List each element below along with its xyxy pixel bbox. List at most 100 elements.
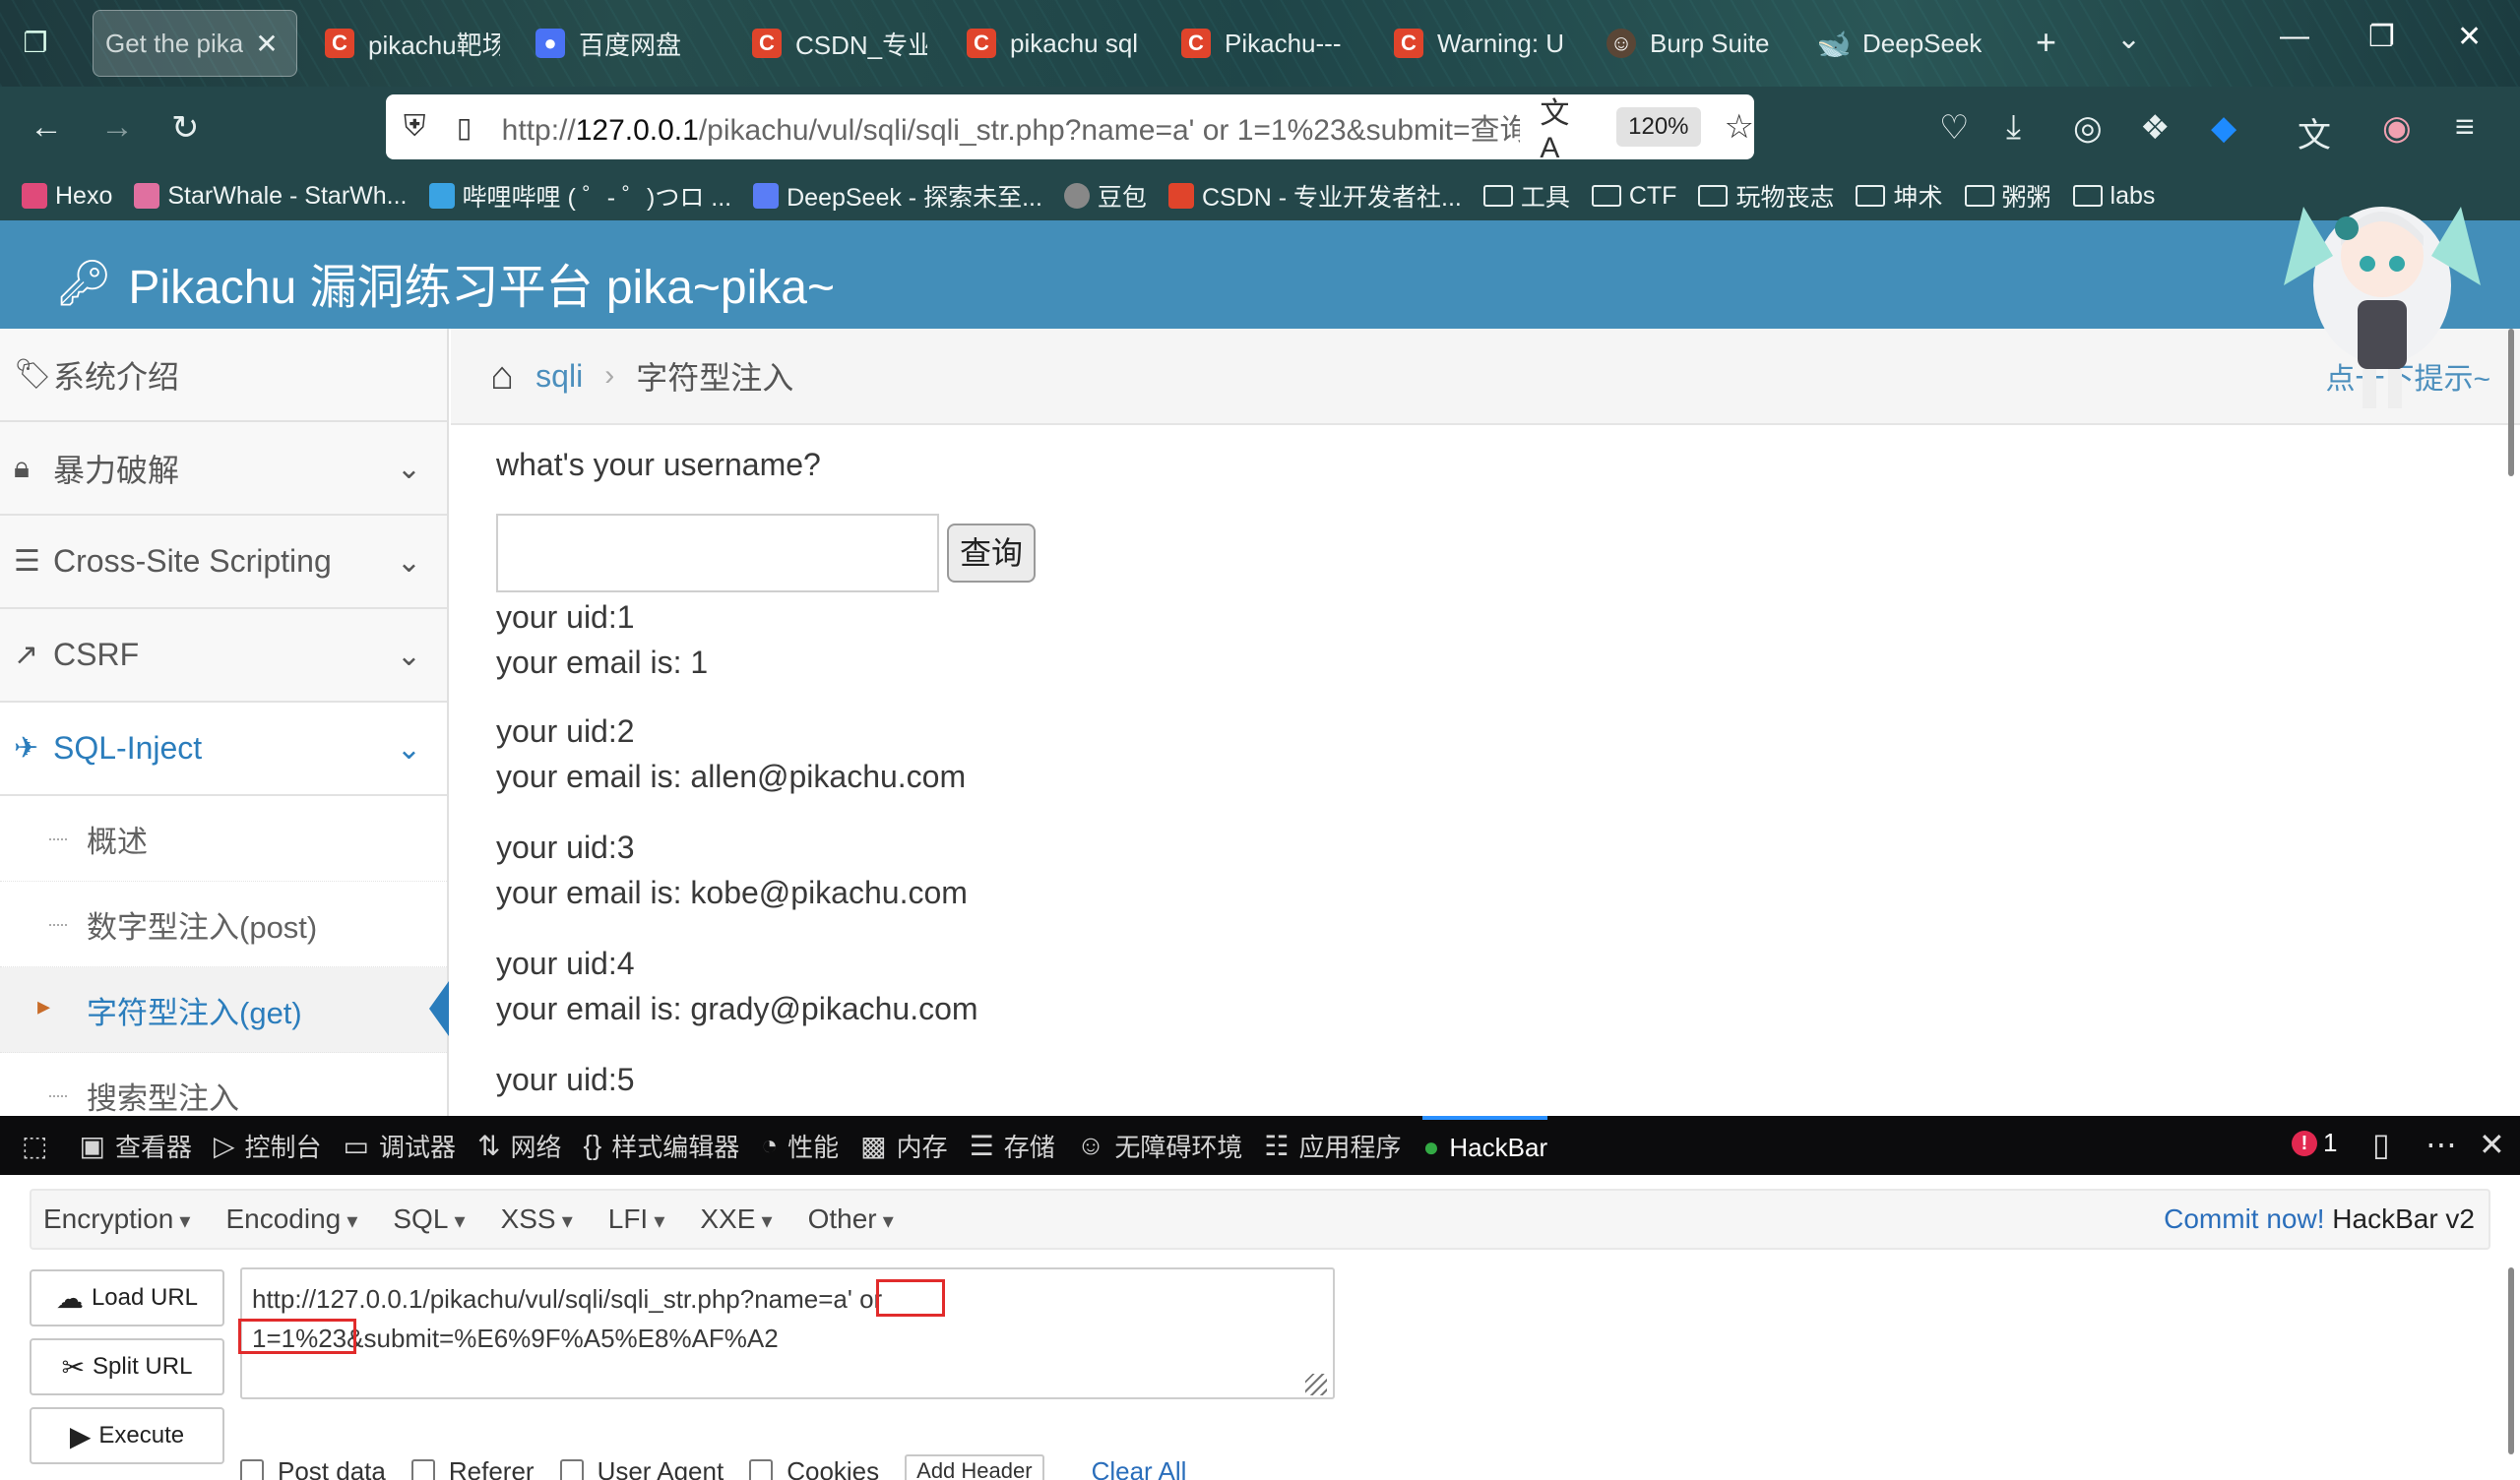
- bookmark-bilibili[interactable]: 哔哩哔哩 ( ゜- ゜)つロ ...: [428, 178, 731, 214]
- commit-link[interactable]: Commit now!: [2164, 1203, 2324, 1234]
- devtools-tab-performance[interactable]: ◔ 性能: [761, 1128, 839, 1164]
- menu-encoding[interactable]: Encoding: [225, 1203, 357, 1235]
- home-icon[interactable]: ⌂: [490, 354, 514, 399]
- tab-burp[interactable]: ☺ Burp Suite: [1595, 10, 1782, 77]
- tab-warning[interactable]: C Warning: U: [1382, 10, 1569, 77]
- bookmark-hexo[interactable]: Hexo: [22, 182, 112, 211]
- chevron-down-icon[interactable]: ⌄: [2116, 22, 2141, 56]
- reload-icon[interactable]: ↻: [171, 108, 200, 148]
- sidebar-item-sqli[interactable]: ✈ SQL-Inject ⌄: [0, 703, 447, 796]
- checkbox[interactable]: [240, 1459, 264, 1480]
- tab-deepseek[interactable]: 🐋 DeepSeek: [1807, 10, 2004, 77]
- sidebar-item-intro[interactable]: 🏷︎ 系统介绍: [0, 329, 447, 422]
- back-icon[interactable]: ←: [30, 108, 63, 147]
- mascot-character-icon[interactable]: [2244, 167, 2520, 423]
- breadcrumb-link[interactable]: sqli: [536, 358, 583, 395]
- url-bar[interactable]: ⛨ ▯ http://127.0.0.1/pikachu/vul/sqli/sq…: [386, 94, 1754, 164]
- element-picker-icon[interactable]: ⬚: [22, 1130, 57, 1162]
- tab-baidu[interactable]: ● 百度网盘: [524, 10, 711, 77]
- tab-active[interactable]: Get the pika ✕: [93, 10, 297, 77]
- new-tab-icon[interactable]: +: [2036, 22, 2056, 63]
- sidebar-item-bruteforce[interactable]: 🔒︎ 暴力破解 ⌄: [0, 422, 447, 516]
- referer-option[interactable]: Referer: [410, 1456, 535, 1480]
- menu-xxe[interactable]: XXE: [700, 1203, 772, 1235]
- hackbar-url-textarea[interactable]: http://127.0.0.1/pikachu/vul/sqli/sqli_s…: [240, 1267, 1335, 1399]
- post-data-option[interactable]: Post data: [240, 1456, 386, 1480]
- menu-encryption[interactable]: Encryption: [43, 1203, 190, 1235]
- minimize-icon[interactable]: —: [2280, 20, 2309, 53]
- bookmark-folder-labs[interactable]: labs: [2072, 182, 2155, 211]
- clear-all-link[interactable]: Clear All: [1092, 1456, 1187, 1480]
- bookmark-folder-zhou[interactable]: 粥粥: [1964, 178, 2051, 214]
- page-icon[interactable]: ▯: [457, 111, 486, 144]
- devtools-tab-debugger[interactable]: ▭ 调试器: [344, 1128, 456, 1164]
- tab-pikachu-2[interactable]: C Pikachu---: [1169, 10, 1356, 77]
- bookmark-folder-kun[interactable]: 坤术: [1856, 178, 1943, 214]
- devtools-tab-console[interactable]: ▷ 控制台: [214, 1128, 322, 1164]
- bookmark-folder-play[interactable]: 玩物丧志: [1698, 178, 1834, 214]
- hackbar-scrollbar[interactable]: [2508, 1267, 2514, 1454]
- checkbox[interactable]: [749, 1459, 774, 1480]
- close-window-icon[interactable]: ✕: [2457, 20, 2482, 54]
- resize-handle-icon[interactable]: [1305, 1374, 1327, 1395]
- pocket-icon[interactable]: ♡: [1939, 108, 1969, 148]
- zoom-level[interactable]: 120%: [1616, 107, 1701, 147]
- bookmark-starwhale[interactable]: StarWhale - StarWh...: [134, 182, 408, 211]
- execute-button[interactable]: ▶︎ Execute: [30, 1407, 224, 1464]
- checkbox[interactable]: [410, 1459, 435, 1480]
- sidebar-item-csrf[interactable]: ↗ CSRF ⌄: [0, 609, 447, 703]
- menu-icon[interactable]: ≡: [2455, 108, 2475, 147]
- submenu-item-overview[interactable]: 概述: [0, 796, 447, 882]
- translate-ext-icon[interactable]: 文: [2298, 108, 2331, 156]
- devtools-tab-memory[interactable]: ▩ 内存: [860, 1128, 947, 1164]
- devtools-tab-application[interactable]: ☷ 应用程序: [1264, 1128, 1401, 1164]
- checkbox[interactable]: [559, 1459, 584, 1480]
- forward-icon[interactable]: →: [100, 108, 134, 147]
- user-agent-option[interactable]: User Agent: [559, 1456, 724, 1480]
- devtools-tab-accessibility[interactable]: ☺ 无障碍环境: [1077, 1128, 1243, 1164]
- tab-csdn[interactable]: C CSDN_专业: [740, 10, 927, 77]
- cookies-option[interactable]: Cookies: [749, 1456, 879, 1480]
- menu-other[interactable]: Other: [808, 1203, 894, 1235]
- download-icon[interactable]: ⤓: [2006, 108, 2021, 147]
- bookmark-deepseek[interactable]: DeepSeek - 探索未至...: [753, 178, 1042, 214]
- menu-lfi[interactable]: LFI: [608, 1203, 665, 1235]
- submenu-item-numeric-post[interactable]: 数字型注入(post): [0, 882, 447, 967]
- bookmark-folder-tools[interactable]: 工具: [1482, 178, 1570, 214]
- tab-pikachu[interactable]: C pikachu靶场: [313, 10, 500, 77]
- devtools-tab-style-editor[interactable]: {} 样式编辑器: [583, 1128, 739, 1164]
- split-url-button[interactable]: ✂ Split URL: [30, 1338, 224, 1395]
- bookmark-folder-ctf[interactable]: CTF: [1591, 182, 1676, 211]
- close-devtools-icon[interactable]: ✕: [2479, 1126, 2505, 1163]
- account-icon[interactable]: ◎: [2073, 108, 2103, 148]
- submenu-item-string-get[interactable]: 字符型注入(get): [0, 967, 449, 1053]
- close-tab-icon[interactable]: ✕: [255, 28, 278, 60]
- translate-icon[interactable]: 文A: [1540, 89, 1589, 165]
- bookmark-csdn[interactable]: CSDN - 专业开发者社...: [1167, 178, 1462, 214]
- more-options-icon[interactable]: ⋯: [2426, 1126, 2457, 1163]
- extension-avatar-icon[interactable]: ◉: [2382, 108, 2412, 148]
- devtools-tab-storage[interactable]: ☰ 存储: [970, 1128, 1055, 1164]
- tab-pikachu-sql[interactable]: C pikachu sql: [955, 10, 1142, 77]
- devtools-tab-inspector[interactable]: ▣ 查看器: [79, 1128, 191, 1164]
- bookmark-doubao[interactable]: 豆包: [1063, 178, 1147, 214]
- error-counter[interactable]: ! 1: [2292, 1128, 2337, 1158]
- sidebar-item-xss[interactable]: ☰ Cross-Site Scripting ⌄: [0, 516, 447, 609]
- menu-xss[interactable]: XSS: [501, 1203, 573, 1235]
- extension-blue-icon[interactable]: ◆: [2211, 108, 2236, 148]
- restore-icon[interactable]: ❐: [2368, 20, 2395, 54]
- load-url-button[interactable]: ☁ Load URL: [30, 1269, 224, 1326]
- bookmark-star-icon[interactable]: ☆: [1725, 107, 1754, 147]
- site-logo[interactable]: 🔑︎ Pikachu 漏洞练习平台 pika~pika~: [55, 248, 835, 317]
- query-button[interactable]: 查询: [947, 524, 1036, 583]
- url-text[interactable]: http://127.0.0.1/pikachu/vul/sqli/sqli_s…: [502, 105, 1521, 149]
- menu-sql[interactable]: SQL: [393, 1203, 465, 1235]
- extensions-icon[interactable]: ❖: [2140, 108, 2170, 148]
- shield-icon[interactable]: ⛨: [404, 110, 437, 144]
- devtools-tab-hackbar[interactable]: ● HackBar: [1422, 1116, 1548, 1175]
- devtools-tab-network[interactable]: ⇅ 网络: [477, 1128, 561, 1164]
- dock-icon[interactable]: ▯: [2372, 1126, 2390, 1163]
- username-input[interactable]: [496, 514, 939, 592]
- add-header-button[interactable]: Add Header: [905, 1454, 1044, 1480]
- tab-list-icon[interactable]: ❐: [18, 26, 53, 61]
